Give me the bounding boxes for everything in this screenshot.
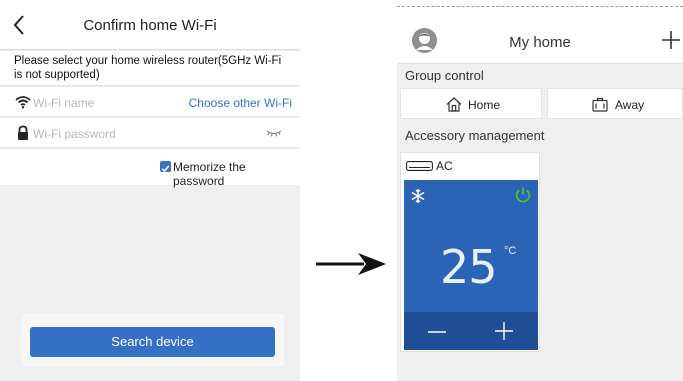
air-conditioner-icon bbox=[406, 161, 433, 171]
header-bar: Confirm home Wi-Fi bbox=[0, 0, 300, 50]
memorize-password-label: Memorize the password bbox=[173, 160, 246, 188]
memorize-password-checkbox[interactable] bbox=[160, 161, 171, 173]
checkmark-icon bbox=[161, 165, 170, 173]
page-title: Confirm home Wi-Fi bbox=[83, 17, 217, 34]
wifi-name-field[interactable]: Wi-Fi name bbox=[33, 96, 94, 110]
hide-password-eye-icon[interactable] bbox=[266, 128, 282, 138]
accessory-management-heading: Accessory management bbox=[405, 128, 545, 143]
group-control-heading: Group control bbox=[405, 68, 484, 83]
wifi-password-field[interactable]: Wi-Fi password bbox=[33, 127, 116, 141]
lock-icon bbox=[18, 125, 28, 140]
wifi-name-row[interactable]: Wi-Fi name Choose other Wi-Fi bbox=[0, 87, 300, 117]
away-mode-label: Away bbox=[615, 98, 645, 112]
my-home-screen: My home Group control Home Away Accessor… bbox=[397, 20, 683, 381]
top-divider bbox=[397, 6, 683, 7]
home-title: My home bbox=[509, 34, 571, 51]
wifi-icon bbox=[15, 96, 31, 109]
temperature-controls bbox=[404, 312, 538, 350]
flow-arrow-icon bbox=[316, 253, 386, 275]
confirm-wifi-screen: Confirm home Wi-Fi Please select your ho… bbox=[0, 0, 300, 381]
wifi-password-row[interactable]: Wi-Fi password bbox=[0, 118, 300, 148]
power-icon[interactable] bbox=[514, 186, 532, 204]
decrease-temperature-icon[interactable] bbox=[426, 321, 448, 343]
choose-other-wifi-link[interactable]: Choose other Wi-Fi bbox=[189, 96, 292, 110]
house-icon bbox=[446, 97, 462, 112]
suitcase-icon bbox=[592, 97, 608, 112]
ac-device-name: AC bbox=[436, 159, 453, 173]
snowflake-icon[interactable] bbox=[410, 188, 426, 204]
home-mode-label: Home bbox=[468, 98, 501, 112]
router-instruction-text: Please select your home wireless router(… bbox=[0, 51, 300, 86]
ac-device-card[interactable]: AC 25 °C bbox=[400, 152, 540, 352]
increase-temperature-icon[interactable] bbox=[493, 320, 515, 342]
home-mode-button[interactable]: Home bbox=[400, 88, 542, 119]
add-plus-icon[interactable] bbox=[661, 28, 681, 52]
home-header-bar: My home bbox=[397, 20, 683, 64]
ac-control-panel: 25 °C bbox=[404, 180, 538, 350]
memorize-password-row: Memorize the password bbox=[0, 149, 300, 188]
temperature-value: 25 bbox=[440, 240, 498, 294]
temperature-unit: °C bbox=[504, 245, 517, 257]
away-mode-button[interactable]: Away bbox=[547, 88, 683, 119]
search-device-button[interactable]: Search device bbox=[30, 327, 275, 357]
